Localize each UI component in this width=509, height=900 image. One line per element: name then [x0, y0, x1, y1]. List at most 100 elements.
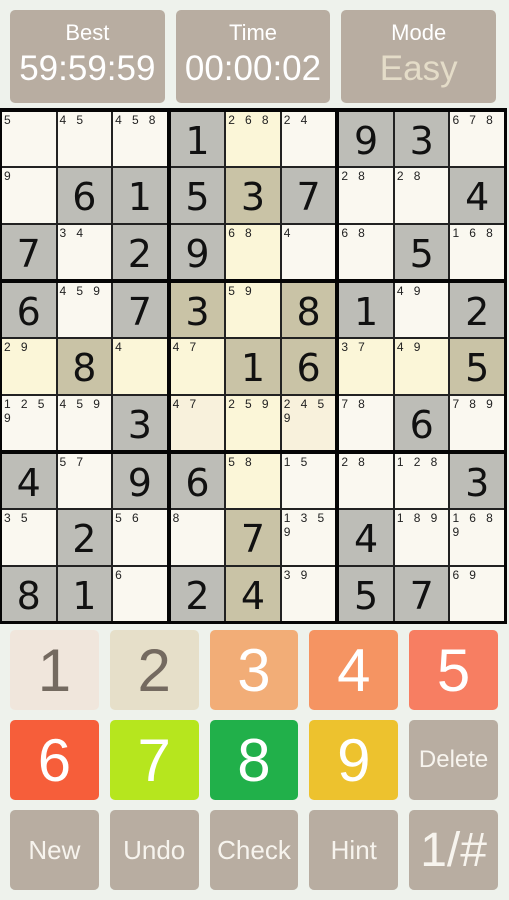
cell-r4c8[interactable]: 49	[394, 283, 449, 338]
cell-r1c5[interactable]: 268	[226, 112, 280, 167]
cell-r3c6[interactable]: 4	[281, 224, 336, 279]
cell-r7c8[interactable]: 128	[394, 454, 449, 509]
cell-r1c8[interactable]: 3	[394, 112, 449, 167]
cell-r7c5[interactable]: 58	[226, 454, 280, 509]
cell-r3c8[interactable]: 5	[394, 224, 449, 279]
cell-r3c2[interactable]: 34	[57, 224, 112, 279]
cell-r3c1[interactable]: 7	[2, 224, 56, 279]
cell-r9c7[interactable]: 5	[339, 566, 393, 621]
pencil-mark: 5	[228, 455, 235, 469]
cell-r9c1[interactable]: 8	[2, 566, 56, 621]
cell-r8c6[interactable]: 135 9	[281, 510, 336, 565]
cell-r6c5[interactable]: 259	[226, 395, 280, 450]
digit-9-button[interactable]: 9	[309, 720, 399, 800]
cell-r8c2[interactable]: 2	[57, 510, 112, 565]
cell-r2c9[interactable]: 4	[450, 168, 504, 223]
cell-r4c4[interactable]: 3	[170, 283, 225, 338]
cell-r9c8[interactable]: 7	[394, 566, 449, 621]
digit-8-button[interactable]: 8	[209, 720, 299, 800]
hint-button[interactable]: Hint	[309, 810, 399, 890]
cell-r3c7[interactable]: 68	[339, 224, 393, 279]
cell-r2c8[interactable]: 28	[394, 168, 449, 223]
new-game-button[interactable]: New	[10, 810, 99, 890]
cell-r1c7[interactable]: 9	[339, 112, 393, 167]
cell-r4c7[interactable]: 1	[339, 283, 393, 338]
cell-r9c2[interactable]: 1	[57, 566, 112, 621]
digit-2-button[interactable]: 2	[109, 630, 199, 710]
cell-r9c4[interactable]: 2	[170, 566, 225, 621]
cell-r1c2[interactable]: 45	[57, 112, 112, 167]
cell-r5c8[interactable]: 49	[394, 339, 449, 394]
cell-r1c1[interactable]: 5	[2, 112, 56, 167]
cell-r4c6[interactable]: 8	[281, 283, 336, 338]
cell-r6c2[interactable]: 459	[57, 395, 112, 450]
cell-r7c4[interactable]: 6	[170, 454, 225, 509]
cell-r2c4[interactable]: 5	[170, 168, 225, 223]
cell-r3c3[interactable]: 2	[113, 224, 167, 279]
cell-r6c4[interactable]: 47	[170, 395, 225, 450]
cell-r1c4[interactable]: 1	[170, 112, 225, 167]
digit-1-button[interactable]: 1	[10, 630, 99, 710]
digit-3-button[interactable]: 3	[209, 630, 299, 710]
notes-toggle-button[interactable]: 1/#	[409, 810, 498, 890]
cell-r2c1[interactable]: 9	[2, 168, 56, 223]
cell-r3c4[interactable]: 9	[170, 224, 225, 279]
cell-r7c2[interactable]: 57	[57, 454, 112, 509]
cell-r7c9[interactable]: 3	[450, 454, 504, 509]
cell-r9c9[interactable]: 69	[450, 566, 504, 621]
cell-r5c3[interactable]: 4	[113, 339, 167, 394]
cell-r6c8[interactable]: 6	[394, 395, 449, 450]
cell-r5c9[interactable]: 5	[450, 339, 504, 394]
cell-r7c7[interactable]: 28	[339, 454, 393, 509]
cell-r8c1[interactable]: 35	[2, 510, 56, 565]
cell-r6c3[interactable]: 3	[113, 395, 167, 450]
check-button[interactable]: Check	[209, 810, 299, 890]
cell-r5c1[interactable]: 29	[2, 339, 56, 394]
cell-r9c3[interactable]: 6	[113, 566, 167, 621]
cell-r8c3[interactable]: 56	[113, 510, 167, 565]
cell-r8c8[interactable]: 189	[394, 510, 449, 565]
cell-r2c7[interactable]: 28	[339, 168, 393, 223]
digit-7-button[interactable]: 7	[109, 720, 199, 800]
cell-r8c4[interactable]: 8	[170, 510, 225, 565]
cell-r2c3[interactable]: 1	[113, 168, 167, 223]
cell-r4c2[interactable]: 459	[57, 283, 112, 338]
cell-r2c6[interactable]: 7	[281, 168, 336, 223]
cell-r6c7[interactable]: 78	[339, 395, 393, 450]
cell-r5c6[interactable]: 6	[281, 339, 336, 394]
cell-value: 7	[240, 517, 266, 562]
delete-button[interactable]: Delete	[409, 720, 498, 800]
cell-r5c2[interactable]: 8	[57, 339, 112, 394]
cell-r2c2[interactable]: 6	[57, 168, 112, 223]
cell-r6c9[interactable]: 789	[450, 395, 504, 450]
cell-r6c1[interactable]: 125 9	[2, 395, 56, 450]
cell-r3c9[interactable]: 168	[450, 224, 504, 279]
cell-r1c6[interactable]: 24	[281, 112, 336, 167]
cell-r6c6[interactable]: 245 9	[281, 395, 336, 450]
cell-r8c7[interactable]: 4	[339, 510, 393, 565]
cell-r5c7[interactable]: 37	[339, 339, 393, 394]
cell-r7c3[interactable]: 9	[113, 454, 167, 509]
digit-5-button[interactable]: 5	[409, 630, 498, 710]
cell-r7c1[interactable]: 4	[2, 454, 56, 509]
undo-button[interactable]: Undo	[109, 810, 199, 890]
cell-r7c6[interactable]: 15	[281, 454, 336, 509]
cell-r8c9[interactable]: 1689	[450, 510, 504, 565]
mode-panel[interactable]: Mode Easy	[341, 10, 497, 103]
cell-r9c5[interactable]: 4	[226, 566, 280, 621]
cell-value: 3	[185, 290, 210, 335]
cell-r5c4[interactable]: 47	[170, 339, 225, 394]
cell-r4c3[interactable]: 7	[113, 283, 167, 338]
cell-r8c5[interactable]: 7	[226, 510, 280, 565]
cell-r3c5[interactable]: 68	[226, 224, 280, 279]
cell-r4c9[interactable]: 2	[450, 283, 504, 338]
cell-r5c5[interactable]: 1	[226, 339, 280, 394]
cell-r1c9[interactable]: 678	[450, 112, 504, 167]
cell-r2c5[interactable]: 3	[226, 168, 280, 223]
cell-r4c5[interactable]: 59	[226, 283, 280, 338]
digit-4-button[interactable]: 4	[309, 630, 399, 710]
cell-r4c1[interactable]: 6	[2, 283, 56, 338]
cell-r1c3[interactable]: 458	[113, 112, 167, 167]
cell-r9c6[interactable]: 39	[281, 566, 336, 621]
digit-6-button[interactable]: 6	[10, 720, 99, 800]
